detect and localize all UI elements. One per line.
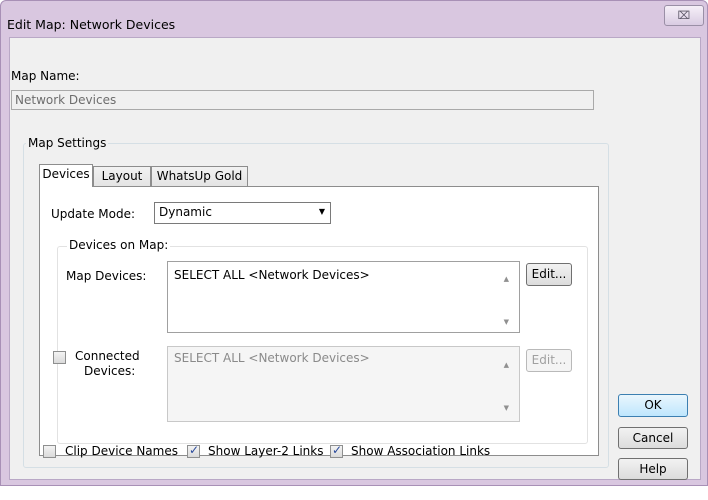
map-name-label: Map Name:	[11, 69, 80, 83]
tab-devices-label: Devices	[42, 167, 90, 181]
help-button[interactable]: Help	[618, 458, 688, 480]
clip-device-names-label: Clip Device Names	[65, 444, 178, 458]
cancel-button[interactable]: Cancel	[618, 427, 688, 449]
connected-devices-value: SELECT ALL <Network Devices>	[174, 351, 370, 365]
connected-devices-edit-button[interactable]: Edit...	[526, 349, 572, 372]
connected-devices-listbox[interactable]: SELECT ALL <Network Devices> ▲ ▼	[167, 346, 520, 422]
scroll-down-icon[interactable]: ▼	[504, 404, 509, 412]
scroll-up-icon[interactable]: ▲	[504, 275, 509, 283]
show-layer2-links-label: Show Layer-2 Links	[208, 444, 324, 458]
scroll-down-icon[interactable]: ▼	[504, 318, 509, 326]
tab-whatsup-gold-label: WhatsUp Gold	[156, 169, 243, 183]
show-association-links-label: Show Association Links	[351, 444, 491, 458]
connected-devices-label-line2: Devices:	[84, 364, 136, 378]
map-devices-value: SELECT ALL <Network Devices>	[174, 268, 370, 282]
tab-whatsup-gold[interactable]: WhatsUp Gold	[151, 166, 248, 187]
dialog-body: Map Name: Network Devices Map Settings D…	[9, 37, 701, 480]
ok-button[interactable]: OK	[618, 394, 688, 417]
map-devices-label: Map Devices:	[66, 269, 147, 283]
update-mode-select[interactable]: Dynamic ▼	[154, 202, 331, 224]
map-devices-edit-button[interactable]: Edit...	[526, 263, 572, 286]
close-icon: ⌧	[677, 9, 691, 22]
update-mode-label: Update Mode:	[51, 207, 136, 221]
help-button-label: Help	[639, 462, 667, 476]
title-bar: Edit Map: Network Devices ⌧	[1, 1, 707, 37]
window-title: Edit Map: Network Devices	[7, 17, 176, 32]
show-association-links-checkbox[interactable]	[330, 443, 343, 458]
devices-tab-panel: Update Mode: Dynamic ▼ Devices on Map: M…	[39, 186, 599, 458]
close-button[interactable]: ⌧	[664, 5, 704, 26]
clip-device-names-checkbox[interactable]	[43, 445, 56, 458]
tab-layout[interactable]: Layout	[93, 166, 151, 187]
tab-layout-label: Layout	[101, 169, 143, 183]
tab-devices[interactable]: Devices	[39, 164, 93, 187]
devices-on-map-title: Devices on Map:	[67, 238, 171, 252]
update-mode-value: Dynamic	[159, 205, 212, 219]
chevron-down-icon: ▼	[318, 207, 325, 216]
edit-button-label: Edit...	[531, 353, 567, 367]
ok-button-label: OK	[644, 398, 662, 412]
map-name-input[interactable]: Network Devices	[11, 90, 594, 110]
connected-devices-label-line1: Connected	[75, 349, 140, 363]
connected-devices-checkbox[interactable]	[53, 351, 66, 364]
scroll-up-icon[interactable]: ▲	[504, 361, 509, 369]
map-devices-listbox[interactable]: SELECT ALL <Network Devices> ▲ ▼	[167, 261, 520, 333]
map-settings-title: Map Settings	[26, 136, 109, 150]
cancel-button-label: Cancel	[632, 431, 674, 445]
dialog-window: Edit Map: Network Devices ⌧ Map Name: Ne…	[0, 0, 708, 486]
edit-button-label: Edit...	[531, 267, 567, 281]
show-layer2-links-checkbox[interactable]	[187, 443, 200, 458]
